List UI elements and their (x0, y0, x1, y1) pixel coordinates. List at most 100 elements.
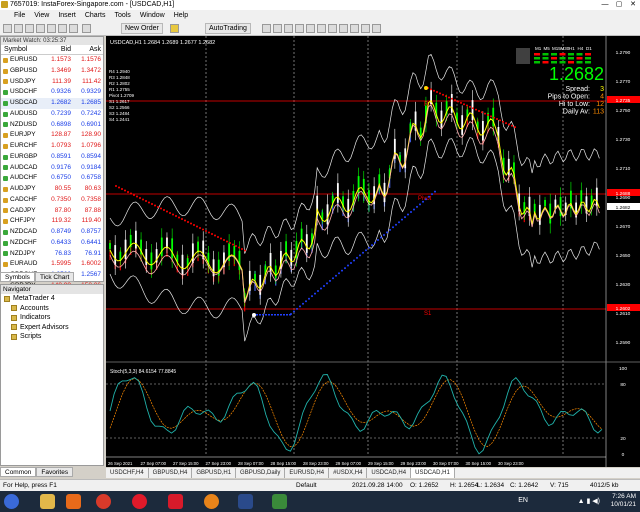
market-watch-row[interactable]: AUDCAD 0.9176 0.9184 (1, 163, 103, 174)
info-value: 3 (600, 86, 604, 93)
candlestick-icon[interactable] (273, 24, 282, 33)
market-watch-row[interactable]: EURUSD 1.1573 1.1576 (1, 55, 103, 66)
symbol-cell: EURUSD (1, 55, 41, 66)
nav-item-expert-advisors[interactable]: Expert Advisors (1, 323, 103, 333)
terminal-icon[interactable] (58, 24, 67, 33)
tab-favorites[interactable]: Favorites (36, 467, 74, 477)
market-watch-row[interactable]: USDJPY 111.39 111.42 (1, 77, 103, 88)
opera-icon[interactable] (132, 494, 147, 509)
navigator-icon[interactable] (47, 24, 56, 33)
indicators-icon[interactable] (350, 24, 359, 33)
periods-icon[interactable] (361, 24, 370, 33)
tray-icons[interactable]: ▲ ▮ ◀) (578, 497, 600, 505)
market-watch-row[interactable]: NZDCHF 0.6433 0.6441 (1, 238, 103, 249)
meta-editor-icon[interactable] (170, 24, 179, 33)
menu-tools[interactable]: Tools (114, 10, 130, 21)
explorer-icon[interactable] (40, 494, 55, 509)
zoom-out-icon[interactable] (306, 24, 315, 33)
vivaldi-icon[interactable] (168, 494, 183, 509)
column-symbol[interactable]: Symbol (1, 45, 41, 54)
firefox-icon[interactable] (204, 494, 219, 509)
price-chart[interactable]: R1PivotS1USDCAD,H1 1.2684 1.2689 1.2677 … (106, 36, 640, 467)
market-watch-icon[interactable] (25, 24, 34, 33)
market-watch-row[interactable]: AUDUSD 0.7239 0.7242 (1, 109, 103, 120)
new-order-button[interactable]: New Order (121, 23, 163, 34)
nav-item-indicators[interactable]: Indicators (1, 313, 103, 323)
nav-item-metatrader[interactable]: MetaTrader 4 (1, 294, 103, 304)
market-watch-row[interactable]: NZDJPY 76.83 76.91 (1, 249, 103, 260)
autoscroll-icon[interactable] (339, 24, 348, 33)
chart-tab[interactable]: GBPUSD,Daily (236, 468, 286, 478)
chart-tab[interactable]: USDCHF,H4 (106, 468, 149, 478)
time-axis-tick: 28 Sep 15:00 (271, 461, 297, 466)
supertrend-dot-blue (371, 244, 373, 247)
tab-tick-chart[interactable]: Tick Chart (34, 272, 75, 282)
nav-item-accounts[interactable]: Accounts (1, 304, 103, 314)
market-watch-row[interactable]: USDCAD 1.2682 1.2685 (1, 98, 103, 109)
menu-file[interactable]: File (14, 10, 25, 21)
language-indicator[interactable]: EN (518, 497, 528, 504)
nav-item-scripts[interactable]: Scripts (1, 332, 103, 342)
window-titlebar[interactable]: 7657019: InstaForex-Singapore.com - [USD… (0, 0, 640, 10)
templates-icon[interactable] (372, 24, 381, 33)
chart-tab[interactable]: GBPUSD,H4 (149, 468, 193, 478)
tile-windows-icon[interactable] (317, 24, 326, 33)
line-chart-icon[interactable] (284, 24, 293, 33)
timeframe-signal (534, 61, 540, 64)
column-ask[interactable]: Ask (71, 45, 101, 54)
menu-view[interactable]: View (34, 10, 49, 21)
supertrend-dot-red (493, 116, 495, 119)
market-watch-row[interactable]: EURGBP 0.8591 0.8594 (1, 152, 103, 163)
candle-body (290, 249, 293, 266)
symbol-icon (3, 133, 8, 139)
tab-common[interactable]: Common (0, 467, 37, 477)
chart-tab[interactable]: USDCAD,H4 (367, 468, 412, 478)
maximize-icon[interactable]: ▢ (612, 0, 626, 10)
terminal-app-icon[interactable] (238, 494, 253, 509)
market-watch-row[interactable]: CADCHF 0.7350 0.7358 (1, 195, 103, 206)
cascade-icon[interactable] (82, 24, 91, 33)
supertrend-dot-blue (386, 231, 388, 234)
market-watch-row[interactable]: NZDCAD 0.8749 0.8757 (1, 227, 103, 238)
column-bid[interactable]: Bid (41, 45, 71, 54)
symbol-icon (3, 262, 8, 268)
minimize-icon[interactable]: — (598, 0, 612, 10)
market-watch-row[interactable]: AUDJPY 80.55 80.63 (1, 184, 103, 195)
market-watch-row[interactable]: NZDUSD 0.6898 0.6901 (1, 120, 103, 131)
data-window-icon[interactable] (36, 24, 45, 33)
strategy-tester-icon[interactable] (69, 24, 78, 33)
metatrader-taskbar-icon[interactable] (272, 494, 287, 509)
menu-charts[interactable]: Charts (85, 10, 106, 21)
market-watch-row[interactable]: GBPUSD 1.3469 1.3472 (1, 66, 103, 77)
tab-symbols[interactable]: Symbols (0, 272, 35, 282)
chart-tab[interactable]: GBPUSD,H1 (192, 468, 237, 478)
chart-tab[interactable]: USDCAD,H1 (411, 468, 455, 478)
market-watch-row[interactable]: CHFJPY 119.32 119.40 (1, 216, 103, 227)
media-player-icon[interactable] (66, 494, 81, 509)
chart-window[interactable]: R1 Pivot S1 USDCAD,H1 1.2684 1.2689 1.2677 … (106, 36, 640, 467)
start-icon[interactable] (4, 494, 19, 509)
supertrend-dot-red (244, 249, 246, 252)
menu-help[interactable]: Help (174, 10, 188, 21)
market-watch-row[interactable]: EURAUD 1.5995 1.6002 (1, 259, 103, 270)
menu-window[interactable]: Window (140, 10, 165, 21)
menu-insert[interactable]: Insert (58, 10, 76, 21)
profiles-icon[interactable] (14, 24, 23, 33)
market-watch-row[interactable]: EURCHF 1.0793 1.0796 (1, 141, 103, 152)
timeframe-signal (585, 53, 591, 56)
clock[interactable]: 7:26 AM 10/01/21 (611, 493, 636, 509)
market-watch-row[interactable]: USDCHF 0.9326 0.9329 (1, 87, 103, 98)
autotrading-button[interactable]: AutoTrading (205, 23, 251, 34)
market-watch-row[interactable]: AUDCHF 0.6750 0.6758 (1, 173, 103, 184)
supertrend-dot-blue (332, 277, 334, 280)
close-icon[interactable]: ✕ (626, 0, 640, 10)
chart-shift-icon[interactable] (328, 24, 337, 33)
chart-tab[interactable]: #USDX,H4 (329, 468, 368, 478)
market-watch-row[interactable]: EURJPY 128.87 128.90 (1, 130, 103, 141)
chrome-icon[interactable] (96, 494, 111, 509)
market-watch-row[interactable]: CADJPY 87.80 87.88 (1, 206, 103, 217)
zoom-in-icon[interactable] (295, 24, 304, 33)
bar-chart-icon[interactable] (262, 24, 271, 33)
chart-tab[interactable]: EURUSD,H4 (285, 468, 330, 478)
new-chart-icon[interactable] (3, 24, 12, 33)
